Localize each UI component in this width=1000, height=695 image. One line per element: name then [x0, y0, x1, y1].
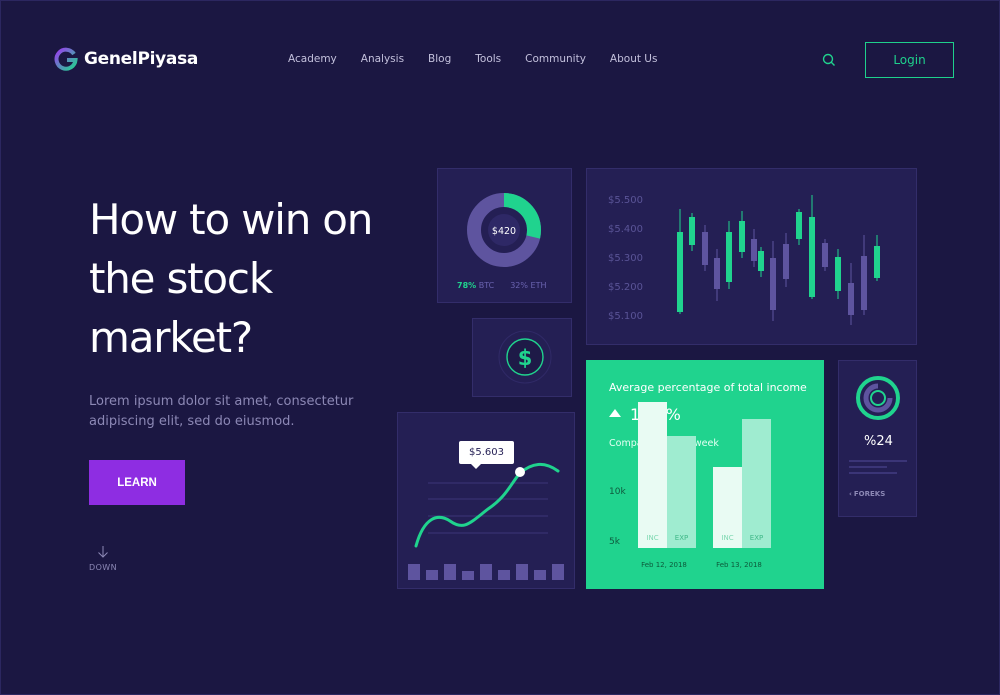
scroll-down-label: DOWN	[89, 563, 117, 572]
date-label: Feb 13, 2018	[716, 561, 762, 569]
nav-tools[interactable]: Tools	[475, 53, 501, 65]
main-nav: Academy Analysis Blog Tools Community Ab…	[288, 53, 681, 65]
donut-center-value: $420	[492, 226, 516, 237]
hero-title: How to win on the stock market?	[89, 195, 373, 362]
dollar-icon: $	[498, 330, 552, 384]
scroll-down-link[interactable]: DOWN	[88, 545, 118, 572]
logo-icon	[54, 47, 78, 71]
foreks-label: FOREKS	[853, 490, 886, 498]
ring-chart	[856, 376, 900, 420]
nav-about-us[interactable]: About Us	[610, 53, 658, 65]
exp-bar: EXP	[667, 436, 696, 548]
ring-value: %24	[864, 434, 893, 449]
price-tooltip: $5.603	[459, 441, 514, 469]
logo[interactable]: GenelPiyasa	[54, 47, 198, 71]
exp-bar: EXP	[742, 419, 771, 548]
search-icon	[822, 53, 835, 66]
donut-legend: 78% BTC 32% ETH	[457, 281, 547, 290]
arrow-up-icon	[609, 409, 621, 417]
nav-academy[interactable]: Academy	[288, 53, 337, 65]
y-tick-label: 5k	[609, 537, 620, 547]
donut-chart: $420	[467, 193, 541, 267]
nav-blog[interactable]: Blog	[428, 53, 451, 65]
foreks-logo: ‹ FOREKS	[849, 490, 885, 498]
inc-bar: INC	[638, 402, 667, 548]
legend-btc: 78% BTC	[457, 281, 495, 290]
legend-eth: 32% ETH	[510, 281, 547, 290]
nav-community[interactable]: Community	[525, 53, 586, 65]
nav-analysis[interactable]: Analysis	[361, 53, 404, 65]
portfolio-donut-card: $420 78% BTC 32% ETH	[437, 168, 572, 303]
search-button[interactable]	[821, 52, 837, 68]
price-line-chart	[408, 463, 564, 580]
income-card: Average percentage of total income 11.2%…	[586, 360, 824, 589]
brand-name: GenelPiyasa	[84, 49, 199, 69]
income-title: Average percentage of total income	[609, 381, 807, 394]
dollar-card: $	[472, 318, 572, 397]
svg-text:$: $	[518, 346, 533, 370]
candles	[677, 195, 880, 325]
date-label: Feb 12, 2018	[641, 561, 687, 569]
arrow-down-icon	[98, 546, 108, 558]
price-line-card: $5.603	[397, 412, 575, 589]
volume-bars	[408, 564, 564, 580]
chevron-left-icon: ‹	[849, 490, 852, 498]
inc-bar: INC	[713, 467, 742, 548]
hero-subtitle: Lorem ipsum dolor sit amet, consectetur …	[89, 394, 354, 429]
y-tick-label: 10k	[609, 487, 626, 497]
placeholder-line	[849, 460, 907, 462]
candlestick-card: $5.500 $5.400 $5.300 $5.200 $5.100	[586, 168, 917, 345]
forex-ring-card: %24 ‹ FOREKS	[838, 360, 917, 517]
candlestick-chart	[677, 195, 880, 325]
learn-button[interactable]: LEARN	[89, 460, 185, 505]
placeholder-line	[849, 472, 897, 474]
placeholder-line	[849, 466, 887, 468]
login-button[interactable]: Login	[865, 42, 954, 78]
